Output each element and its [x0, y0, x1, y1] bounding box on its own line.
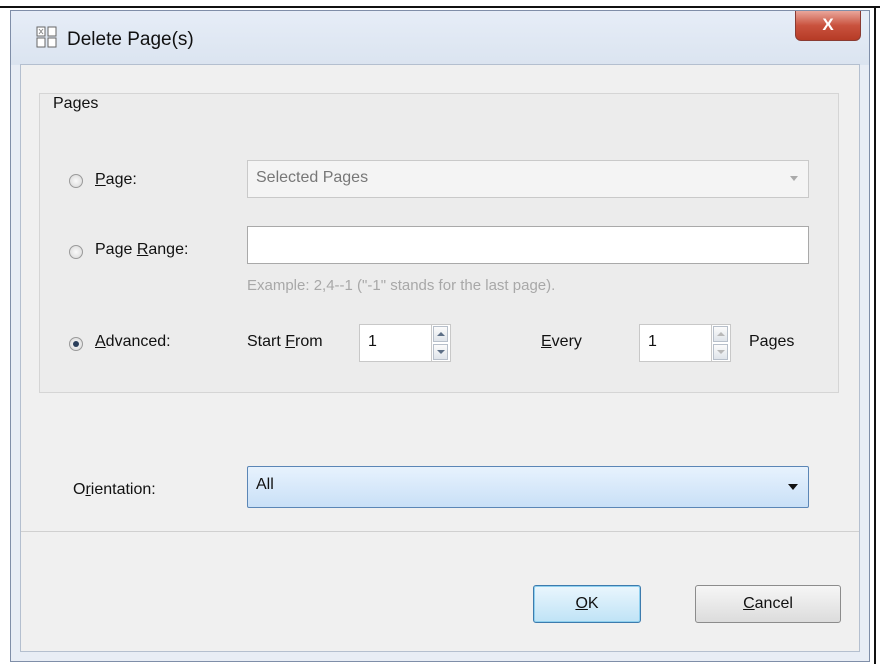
page-range-radio[interactable] [69, 245, 83, 259]
ok-button[interactable]: OK [533, 585, 641, 623]
delete-pages-dialog: Delete Page(s) X Pages Page: Selected Pa… [10, 10, 870, 662]
footer-divider [21, 531, 859, 532]
every-spin-buttons [711, 325, 730, 361]
page-range-input[interactable] [247, 226, 809, 264]
page-range-hint: Example: 2,4--1 ("-1" stands for the las… [247, 277, 556, 294]
delete-pages-icon [36, 26, 57, 48]
page-dropdown-value: Selected Pages [256, 169, 369, 186]
page-label: Page: [95, 171, 137, 188]
cancel-button[interactable]: Cancel [695, 585, 841, 623]
spin-up-icon[interactable] [713, 326, 728, 342]
pages-group-label: Pages [53, 95, 99, 112]
page-dropdown[interactable]: Selected Pages [247, 160, 809, 198]
pages-suffix-label: Pages [749, 333, 795, 350]
dialog-body: Pages Page: Selected Pages Page Range: E… [20, 64, 860, 652]
every-spinner[interactable]: 1 [639, 324, 731, 362]
chevron-down-icon [790, 176, 798, 181]
every-label: Every [541, 333, 582, 350]
close-icon: X [822, 15, 834, 34]
chevron-down-icon [788, 484, 798, 490]
page-range-label: Page Range: [95, 241, 189, 258]
spin-down-icon[interactable] [433, 344, 448, 360]
start-from-spin-buttons [431, 325, 450, 361]
orientation-dropdown[interactable]: All [247, 466, 809, 508]
orientation-value: All [256, 476, 274, 493]
page-radio[interactable] [69, 174, 83, 188]
close-button[interactable]: X [795, 11, 861, 41]
start-from-spinner[interactable]: 1 [359, 324, 451, 362]
start-from-value: 1 [368, 333, 377, 350]
dialog-title: Delete Page(s) [67, 29, 194, 50]
every-value: 1 [648, 333, 657, 350]
start-from-label: Start From [247, 333, 323, 350]
spin-down-icon[interactable] [713, 344, 728, 360]
screen-edge-top [0, 6, 880, 8]
orientation-label: Orientation: [73, 481, 156, 498]
title-bar[interactable]: Delete Page(s) X [11, 11, 869, 65]
advanced-label: Advanced: [95, 333, 171, 350]
screen-edge-right [874, 6, 876, 664]
advanced-radio[interactable] [69, 337, 83, 351]
spin-up-icon[interactable] [433, 326, 448, 342]
